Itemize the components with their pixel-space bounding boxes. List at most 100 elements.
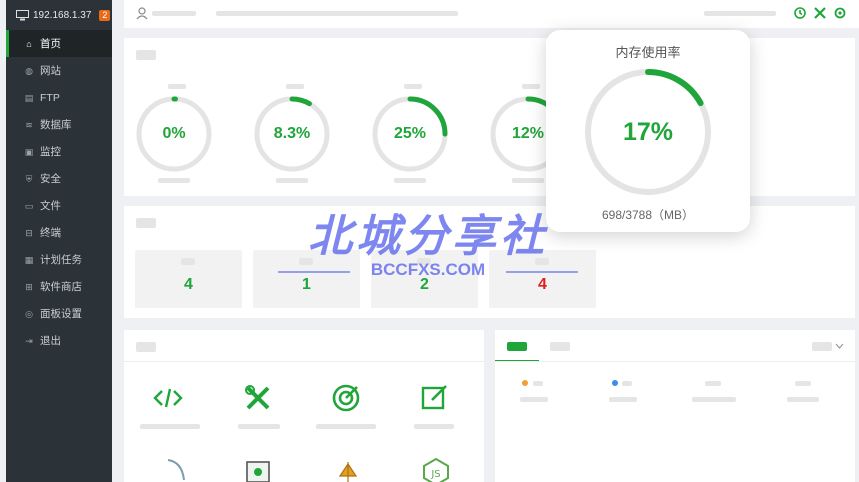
folder-icon: ▭ [24,200,34,211]
sidebar-item-label: FTP [40,91,60,104]
monitor-icon: ▣ [24,146,34,157]
legend-label-placeholder [795,381,811,386]
overview-count-card[interactable]: 4 [135,250,242,308]
sidebar-item-11[interactable]: ⇥ 退出 [6,327,112,354]
sidebar-item-label: 数据库 [40,119,72,131]
tab-disk-io[interactable] [550,342,570,351]
status-title-placeholder [136,50,156,60]
gauge-detail-placeholder [276,178,308,183]
nginx-tool[interactable] [228,456,288,482]
toolbox-tool[interactable] [228,382,288,419]
tool-label-placeholder [238,424,280,429]
overview-count-card[interactable]: 4 [489,250,596,308]
gauge-label-placeholder [522,84,540,89]
server-header[interactable]: 192.168.1.37 2 [6,0,112,30]
tool-label-placeholder [140,424,200,429]
sidebar-item-4[interactable]: ▣ 监控 [6,138,112,165]
sidebar-item-5[interactable]: ⛨ 安全 [6,165,112,192]
sidebar-item-label: 首页 [40,38,61,50]
memory-usage-value: 17% [622,118,674,146]
status-gauge[interactable]: 25% [370,94,450,174]
home-icon: ⌂ [26,38,32,49]
gauge-label-placeholder [404,84,422,89]
count-value: 2 [420,276,429,293]
notification-badge[interactable]: 2 [99,9,111,21]
ship-icon [338,462,358,482]
mysql-tool[interactable] [146,456,206,482]
version-placeholder [704,11,776,16]
sidebar-item-10[interactable]: ◎ 面板设置 [6,300,112,327]
globe-icon: ◍ [25,65,33,76]
count-label-placeholder [181,258,195,265]
overview-count-card[interactable]: 1 [253,250,360,308]
gauge-detail-placeholder [394,178,426,183]
gauge-detail-placeholder [512,178,544,183]
sidebar-item-6[interactable]: ▭ 文件 [6,192,112,219]
settings-icon[interactable] [833,6,847,20]
sidebar-item-1[interactable]: ◍ 网站 [6,57,112,84]
chevron-down-icon[interactable] [835,343,844,350]
sidebar-item-7[interactable]: ⊟ 终端 [6,219,112,246]
sidebar-item-0[interactable]: ⌂ 首页 [6,30,112,57]
count-value: 4 [538,276,547,293]
logout-icon: ⇥ [25,335,33,346]
gauge-value: 0% [162,125,186,142]
sidebar-item-label: 文件 [40,200,61,212]
target-icon [332,384,360,412]
legend-label-placeholder [622,381,632,386]
legend-value-placeholder [609,397,637,402]
sidebar-item-label: 软件商店 [40,281,82,293]
sidebar-item-3[interactable]: ≋ 数据库 [6,111,112,138]
history-icon[interactable] [793,6,807,20]
nodejs-tool[interactable]: JS [406,456,466,482]
legend-label-placeholder [533,381,543,386]
settings-icon: ◎ [25,308,33,319]
user-icon[interactable] [136,7,148,20]
legend-value-placeholder [787,397,819,402]
downstream-dot [612,380,618,386]
edit-tool[interactable] [404,382,464,419]
tool-label-placeholder [414,424,454,429]
tab-traffic[interactable] [507,342,527,351]
top-bar [124,0,859,28]
gauge-value: 25% [393,125,427,142]
overview-title-placeholder [136,218,156,228]
tool-label-placeholder [316,424,376,429]
shield-icon: ⛨ [25,173,33,184]
gauge-value: 8.3% [273,125,311,142]
sidebar-item-9[interactable]: ⊞ 软件商店 [6,273,112,300]
memory-usage-popup: 内存使用率 17% 698/3788（MB） [546,30,750,232]
server-icon [16,9,29,20]
sidebar-item-8[interactable]: ▦ 计划任务 [6,246,112,273]
store-icon: ⊞ [25,281,33,292]
nginx-icon [246,461,270,482]
username-placeholder [152,11,196,16]
server-ip: 192.168.1.37 [33,9,92,21]
memory-popup-title: 内存使用率 [615,45,681,60]
sidebar-item-label: 面板设置 [40,308,82,320]
ftp-icon: ▤ [24,92,34,103]
count-label-placeholder [417,258,431,265]
upstream-dot [522,380,528,386]
status-gauge[interactable]: 8.3% [252,94,332,174]
legend-label-placeholder [705,381,721,386]
target-tool[interactable] [316,382,376,419]
legend-value-placeholder [692,397,736,402]
nodejs-icon: JS [423,457,449,482]
sidebar-item-2[interactable]: ▤ FTP [6,84,112,111]
count-label-placeholder [535,258,549,265]
repair-icon[interactable] [813,6,827,20]
gauge-detail-placeholder [158,178,190,183]
software-title-placeholder [136,342,156,352]
software-panel: JS [124,330,484,482]
gauge-label-placeholder [168,84,186,89]
svg-text:JS: JS [430,469,440,480]
interface-select[interactable] [812,342,832,351]
overview-count-card[interactable]: 2 [371,250,478,308]
terminal-icon: ⊟ [25,227,33,238]
status-gauge[interactable]: 0% [134,94,214,174]
traffic-panel [495,330,855,482]
code-editor-tool[interactable] [138,382,198,419]
gauge-label-placeholder [286,84,304,89]
ftp-server-tool[interactable] [318,456,378,482]
